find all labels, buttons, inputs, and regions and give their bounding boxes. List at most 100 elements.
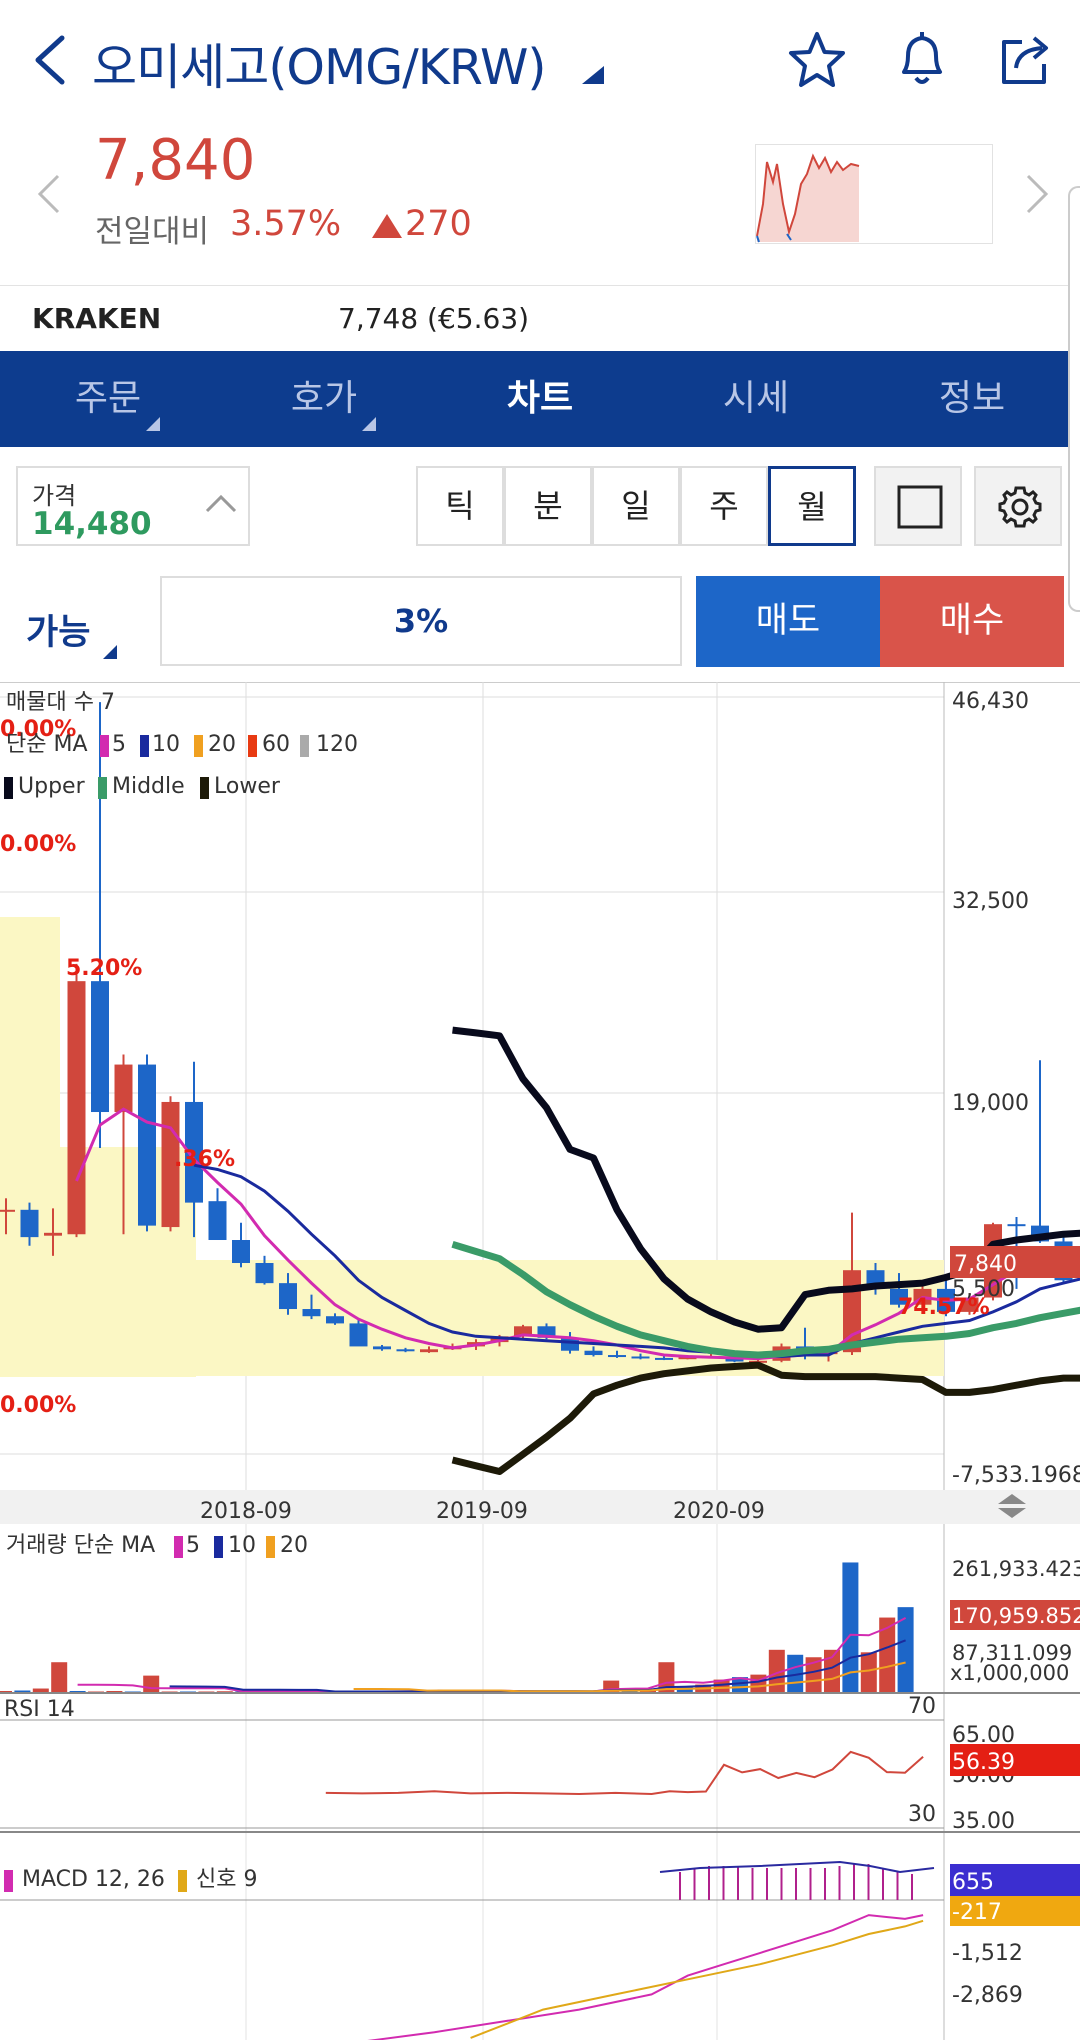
ma20-legend: 20 — [208, 732, 236, 757]
ma120-swatch — [300, 735, 309, 757]
upper-legend: Upper — [18, 774, 86, 799]
ma60-swatch — [248, 735, 257, 757]
current-price: 7,840 — [95, 128, 255, 193]
y-tick: -7,533.1968 — [952, 1463, 1080, 1488]
star-icon[interactable] — [786, 30, 848, 90]
profile-percent-label: .36% — [174, 1147, 235, 1172]
chart-settings[interactable] — [974, 466, 1062, 546]
candle-body — [44, 1233, 62, 1236]
candle-body — [350, 1323, 368, 1346]
rsi-lower-line-label: 30 — [908, 1802, 936, 1827]
tab-order[interactable]: 주문 — [0, 351, 216, 447]
volume-bar — [750, 1675, 766, 1692]
candle-body — [21, 1210, 39, 1237]
period-day[interactable]: 일 — [592, 466, 680, 546]
macd-current-text: 655 — [952, 1870, 994, 1895]
exchange-price: 7,748 (€5.63) — [338, 302, 529, 335]
rsi-current-text: 56.39 — [952, 1750, 1015, 1775]
page-title[interactable]: 오미세고(OMG/KRW) — [92, 28, 546, 99]
volume-bar — [106, 1691, 122, 1692]
price-input-value: 14,480 — [32, 506, 152, 542]
period-week[interactable]: 주 — [680, 466, 768, 546]
candle-body — [91, 981, 109, 1112]
candle-body — [209, 1201, 227, 1240]
candle-body — [68, 981, 86, 1234]
chart-area[interactable]: 0.00%0.00%5.20%.36%74.57%0.00% 매물대 수 7 단… — [0, 682, 1080, 2040]
middle-swatch — [98, 777, 107, 799]
candle-body — [373, 1346, 391, 1349]
signal-current-text: -217 — [952, 1900, 1002, 1925]
bell-icon[interactable] — [892, 28, 952, 90]
ma-legend-title: 단순 MA — [6, 732, 88, 757]
volume-ma10-legend: 10 — [228, 1533, 256, 1558]
middle-legend: Middle — [112, 774, 185, 799]
sell-button[interactable]: 매도 — [696, 576, 880, 667]
tab-quotes[interactable]: 시세 — [648, 351, 864, 447]
back-arrow-icon[interactable] — [30, 32, 70, 88]
compare-label: 전일대비 — [95, 206, 209, 251]
profile-percent-label: 0.00% — [0, 832, 76, 857]
candle-body — [585, 1351, 603, 1355]
up-triangle-icon — [370, 212, 404, 240]
candle-body — [256, 1263, 274, 1283]
available-triangle-icon — [102, 644, 118, 660]
chart-svg[interactable]: 0.00%0.00%5.20%.36%74.57%0.00% 매물대 수 7 단… — [0, 682, 1080, 2040]
volume-ma5-swatch — [174, 1536, 183, 1558]
next-chevron-icon[interactable] — [1022, 172, 1052, 216]
candle-body — [326, 1316, 344, 1323]
volume-profile-legend: 매물대 수 7 — [6, 690, 115, 715]
macd-swatch — [4, 1870, 13, 1892]
tab-orderbook-triangle-icon — [362, 417, 376, 431]
x-axis-strip — [0, 1490, 1080, 1524]
volume-bar — [143, 1676, 159, 1692]
volume-bar — [51, 1662, 67, 1692]
tab-orderbook[interactable]: 호가 — [216, 351, 432, 447]
price-input[interactable]: 가격 14,480 — [16, 466, 250, 546]
volume-current-text: 170,959.852 — [952, 1604, 1080, 1628]
tab-chart[interactable]: 차트 — [432, 351, 648, 447]
side-scroll-indicator[interactable] — [1068, 186, 1080, 612]
prev-chevron-icon[interactable] — [34, 172, 64, 216]
available-selector[interactable]: 가능 — [26, 604, 90, 655]
ma120-legend: 120 — [316, 732, 358, 757]
macd-legend: MACD 12, 26 — [22, 1867, 165, 1892]
upper-swatch — [4, 777, 13, 799]
quantity-percent-selector[interactable]: 3% — [160, 576, 682, 666]
current-price-tag-text: 7,840 — [954, 1252, 1017, 1277]
volume-profile-bar — [0, 1260, 944, 1376]
dropdown-triangle-icon[interactable] — [580, 64, 606, 86]
ma60-legend: 60 — [262, 732, 290, 757]
profile-percent-label: 5.20% — [66, 956, 142, 981]
volume-y-tick: 261,933.423 — [952, 1557, 1080, 1581]
period-tick[interactable]: 틱 — [416, 466, 504, 546]
period-minute[interactable]: 분 — [504, 466, 592, 546]
y-tick: 32,500 — [952, 889, 1029, 914]
profile-percent-label: 0.00% — [0, 1393, 76, 1418]
lower-swatch — [200, 777, 209, 799]
candle-body — [279, 1283, 297, 1309]
volume-bar — [33, 1689, 49, 1692]
period-month[interactable]: 월 — [768, 466, 856, 546]
candle-body — [0, 1210, 15, 1212]
mini-sparkline[interactable] — [755, 144, 993, 244]
volume-ma20-legend: 20 — [280, 1533, 308, 1558]
layout-toggle[interactable] — [874, 466, 962, 546]
ma5-swatch — [100, 735, 109, 757]
chevron-up-icon[interactable] — [204, 492, 238, 514]
candle-body — [655, 1358, 673, 1360]
ma10-legend: 10 — [152, 732, 180, 757]
tab-info[interactable]: 정보 — [864, 351, 1080, 447]
signal-legend: 신호 9 — [196, 1867, 257, 1892]
x-tick: 2020-09 — [673, 1499, 765, 1524]
volume-bar — [0, 1691, 12, 1692]
ma20-swatch — [194, 735, 203, 757]
share-icon[interactable] — [996, 30, 1056, 90]
candle-body — [1008, 1224, 1026, 1226]
app-header: 오미세고(OMG/KRW) — [0, 0, 1080, 125]
ma10-swatch — [140, 735, 149, 757]
candle-body — [232, 1240, 250, 1263]
square-icon — [896, 484, 944, 530]
buy-button[interactable]: 매수 — [880, 576, 1064, 667]
candle-body — [608, 1355, 626, 1357]
candle-body — [115, 1065, 133, 1112]
